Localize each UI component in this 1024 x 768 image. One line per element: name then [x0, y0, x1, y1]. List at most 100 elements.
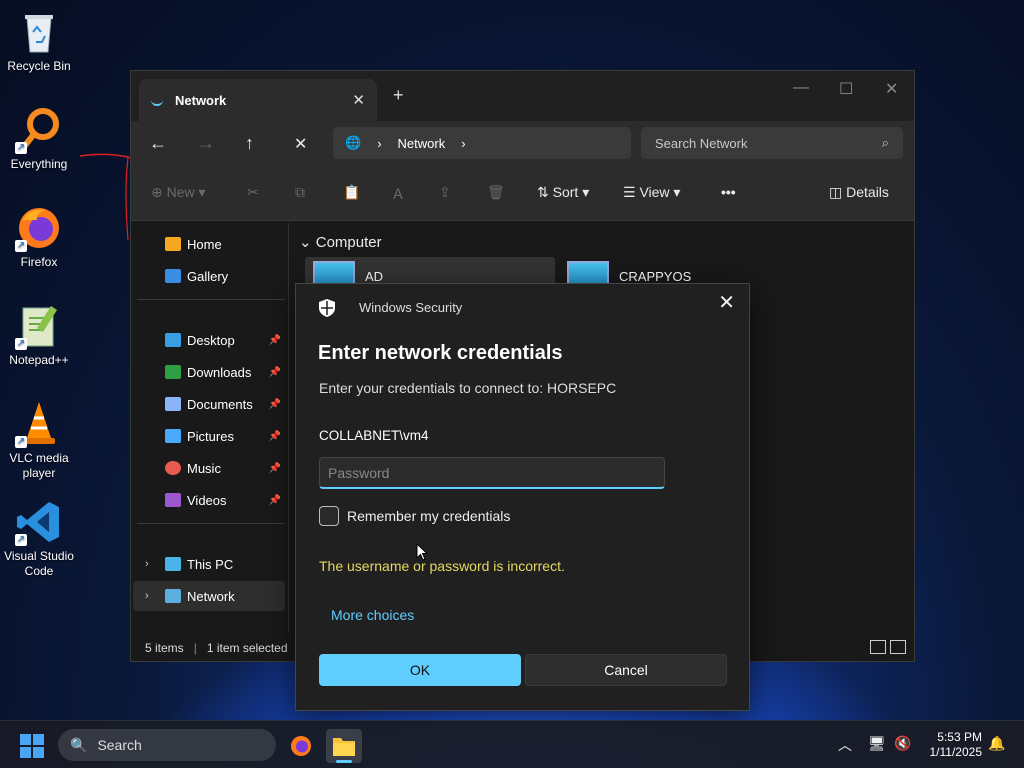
stop-icon[interactable]: ✕ [294, 134, 307, 154]
up-icon[interactable]: ↑ [245, 133, 254, 154]
sidebar-item-home[interactable]: Home [133, 229, 285, 259]
desktop-icon-vscode[interactable]: ↗ Visual Studio Code [2, 498, 76, 579]
network-globe-icon: 🌐 [345, 135, 362, 150]
command-bar: ⊕ New ▾ ✂ ⧉ 📋 Ａ ⇪ 🗑 ⇅ Sort ▾ ☰ View ▾ ••… [131, 167, 914, 221]
red-annotation-stroke [79, 153, 133, 241]
pictures-folder-icon [165, 429, 181, 443]
network-icon [165, 589, 181, 603]
loading-spinner-icon [151, 94, 163, 106]
dialog-app-name: Windows Security [359, 300, 463, 315]
desktop-icon-label: Recycle Bin [7, 59, 71, 73]
expand-chevron-icon[interactable]: › [145, 590, 149, 602]
desktop-folder-icon [165, 333, 181, 347]
documents-folder-icon [165, 397, 181, 411]
desktop-icon-label: Firefox [20, 255, 58, 269]
start-windows-icon[interactable] [20, 734, 44, 758]
breadcrumb-chevron-icon[interactable]: › [377, 136, 381, 151]
new-button[interactable]: ⊕ New ▾ [151, 184, 206, 201]
sidebar-item-this-pc[interactable]: › This PC [133, 549, 285, 579]
delete-icon[interactable]: 🗑 [487, 184, 505, 201]
more-options-button[interactable]: ••• [721, 184, 736, 200]
pin-icon[interactable]: 📌 [269, 431, 281, 442]
network-status-icon[interactable]: 🖥 [868, 735, 886, 752]
desktop-icon-label: Visual Studio Code [4, 549, 74, 578]
home-icon [165, 237, 181, 251]
details-button[interactable]: ◫ Details [829, 184, 889, 201]
copy-icon[interactable]: ⧉ [295, 184, 305, 201]
clock[interactable]: 5:53 PM 1/11/2025 [920, 730, 983, 760]
taskbar-firefox[interactable] [283, 729, 319, 763]
vlc-cone-icon: ↗ [15, 400, 63, 448]
group-header-computer[interactable]: ⌄ Computer [299, 233, 382, 251]
desktop-icon-notepad-plus-plus[interactable]: ↗ Notepad++ [2, 302, 76, 368]
remember-credentials-label[interactable]: Remember my credentials [347, 508, 510, 524]
taskbar-search[interactable]: 🔍 Search [58, 729, 276, 761]
remember-credentials-checkbox[interactable] [319, 506, 339, 526]
clock-time: 5:53 PM [937, 730, 982, 744]
taskbar: 🔍 Search ︿ 🖥 🔇 5:53 PM 1/11/2025 🔔 [0, 720, 1024, 768]
pin-icon[interactable]: 📌 [269, 335, 281, 346]
folder-icon [333, 738, 355, 756]
maximize-icon[interactable]: ☐ [839, 79, 853, 99]
sidebar-item-videos[interactable]: Videos 📌 [133, 485, 285, 515]
details-view-icon[interactable] [870, 640, 886, 654]
sidebar-divider [137, 299, 285, 300]
cancel-button[interactable]: Cancel [525, 654, 727, 686]
close-icon[interactable]: ✕ [718, 290, 735, 315]
desktop-icon-firefox[interactable]: ↗ Firefox [2, 204, 76, 270]
minimize-icon[interactable]: — [793, 79, 809, 97]
desktop-icon-recycle-bin[interactable]: Recycle Bin [2, 8, 76, 74]
sidebar-item-pictures[interactable]: Pictures 📌 [133, 421, 285, 451]
new-tab-icon[interactable]: + [393, 85, 404, 106]
notifications-bell-icon[interactable]: 🔔 [988, 735, 1005, 752]
cut-icon[interactable]: ✂ [247, 184, 259, 201]
sidebar-item-downloads[interactable]: Downloads 📌 [133, 357, 285, 387]
search-icon: ⌕ [881, 135, 889, 150]
desktop-icon-everything[interactable]: ↗ Everything [2, 106, 76, 172]
address-bar[interactable]: 🌐 › Network › [333, 127, 631, 159]
rename-icon[interactable]: Ａ [391, 184, 405, 204]
navigation-pane: Home Gallery Desktop 📌 Downloads 📌 Docum… [131, 223, 289, 633]
username-label: COLLABNET\vm4 [319, 428, 429, 443]
volume-muted-icon[interactable]: 🔇 [894, 735, 911, 752]
sidebar-item-gallery[interactable]: Gallery [133, 261, 285, 291]
firefox-icon [291, 736, 311, 756]
pin-icon[interactable]: 📌 [269, 367, 281, 378]
tiles-view-icon[interactable] [890, 640, 906, 654]
desktop-icon-vlc[interactable]: ↗ VLC media player [2, 400, 76, 481]
close-window-icon[interactable]: ✕ [885, 79, 898, 99]
pin-icon[interactable]: 📌 [269, 399, 281, 410]
view-button[interactable]: ☰ View ▾ [623, 184, 680, 201]
sidebar-item-desktop[interactable]: Desktop 📌 [133, 325, 285, 355]
breadcrumb-chevron-icon[interactable]: › [461, 136, 465, 151]
sidebar-item-network[interactable]: › Network [133, 581, 285, 611]
gallery-icon [165, 269, 181, 283]
tab-network[interactable]: Network ✕ [139, 79, 377, 121]
view-toggles [870, 640, 906, 654]
desktop-icon-label: VLC media player [9, 451, 69, 480]
ok-button[interactable]: OK [319, 654, 521, 686]
music-folder-icon [165, 461, 181, 475]
breadcrumb-network[interactable]: Network [398, 136, 446, 151]
sidebar-item-music[interactable]: Music 📌 [133, 453, 285, 483]
pin-icon[interactable]: 📌 [269, 495, 281, 506]
everything-icon: ↗ [15, 106, 63, 154]
paste-icon[interactable]: 📋 [343, 184, 360, 201]
taskbar-file-explorer[interactable] [326, 729, 362, 763]
password-field[interactable] [319, 457, 665, 489]
forward-icon[interactable]: → [197, 133, 215, 154]
downloads-folder-icon [165, 365, 181, 379]
sidebar-divider [137, 523, 285, 524]
expand-chevron-icon[interactable]: › [145, 558, 149, 570]
sort-button[interactable]: ⇅ Sort ▾ [537, 184, 589, 201]
close-tab-icon[interactable]: ✕ [352, 91, 365, 109]
pin-icon[interactable]: 📌 [269, 463, 281, 474]
share-icon[interactable]: ⇪ [439, 184, 451, 201]
search-box[interactable]: Search Network ⌕ [641, 127, 903, 159]
show-hidden-icons-chevron-icon[interactable]: ︿ [838, 735, 852, 755]
more-choices-link[interactable]: More choices [331, 607, 414, 623]
credentials-dialog: Windows Security ✕ Enter network credent… [295, 283, 750, 711]
sidebar-item-documents[interactable]: Documents 📌 [133, 389, 285, 419]
back-icon[interactable]: ← [149, 133, 167, 154]
desktop-icon-label: Notepad++ [9, 353, 69, 367]
